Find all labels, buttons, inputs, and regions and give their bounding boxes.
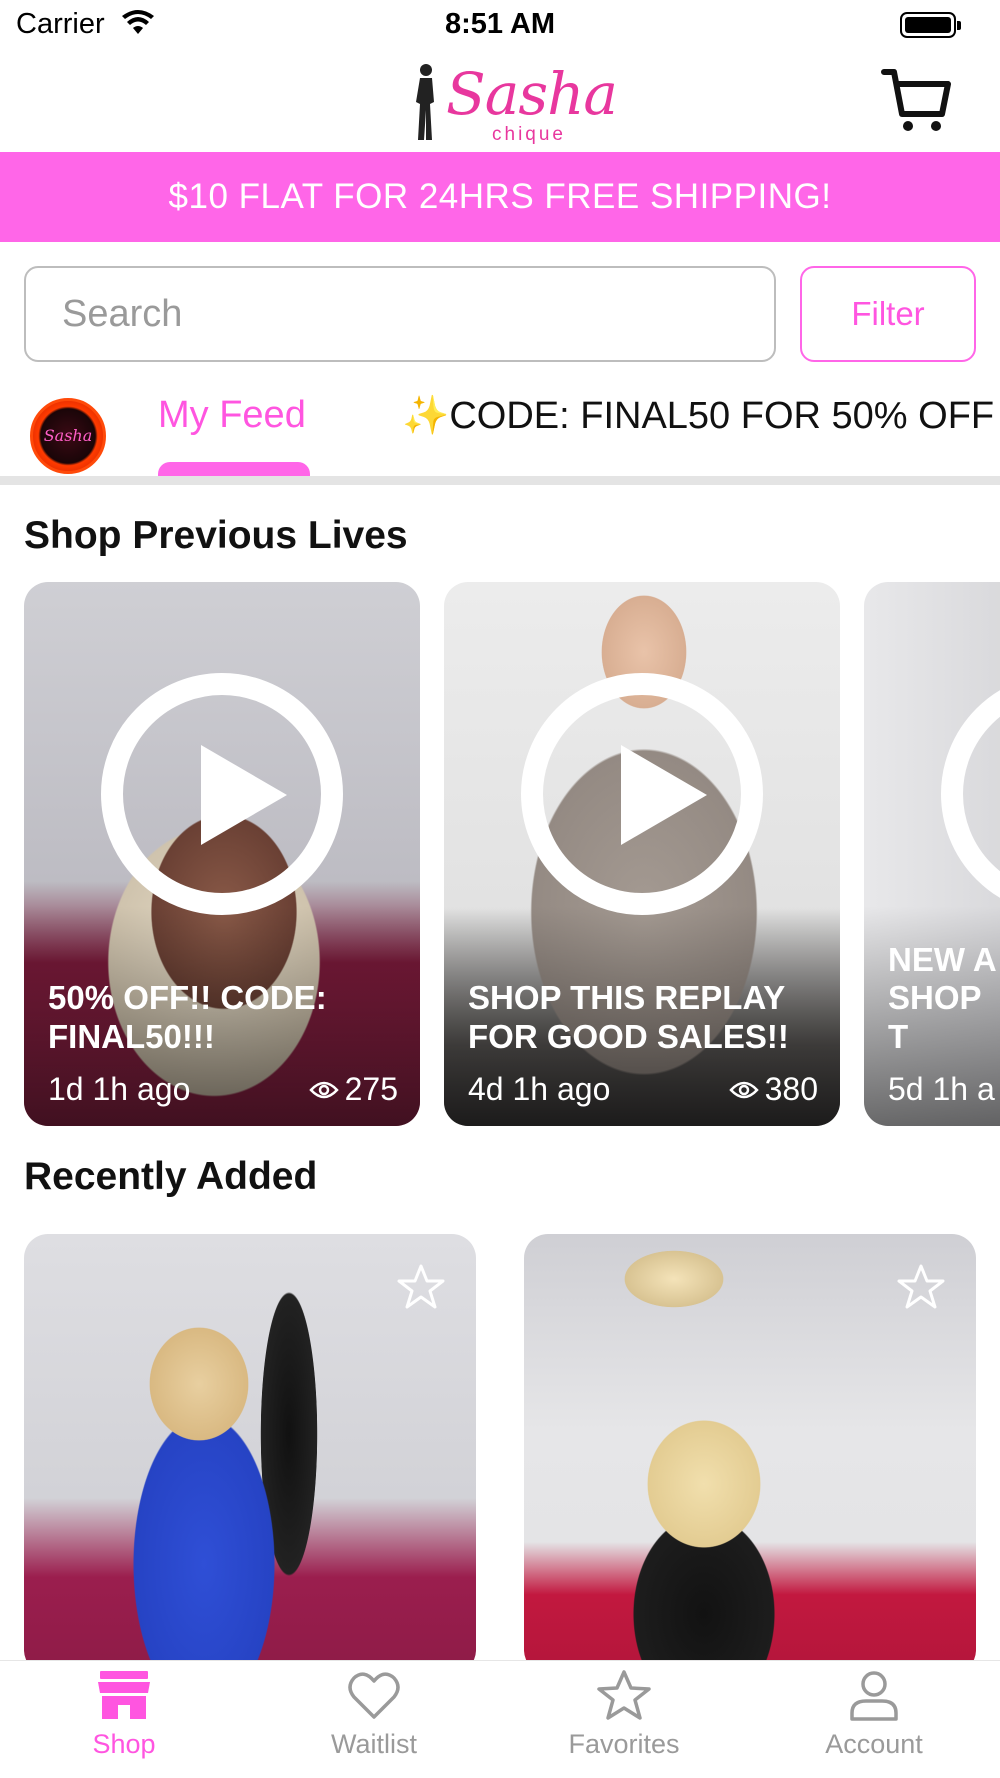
view-count: 380: [764, 1071, 818, 1107]
storefront-icon: [98, 1671, 150, 1719]
app-header: Sasha chique: [0, 50, 1000, 152]
tab-waitlist[interactable]: Waitlist: [274, 1669, 474, 1778]
section-title-previous-lives: Shop Previous Lives: [24, 514, 408, 557]
product-card[interactable]: [24, 1234, 476, 1660]
eye-icon: [308, 1081, 339, 1098]
person-icon: [850, 1671, 898, 1721]
live-views: 275: [308, 1071, 398, 1108]
section-title-recently-added: Recently Added: [24, 1155, 318, 1198]
recently-added-grid: [0, 1234, 1000, 1660]
clock: 8:51 AM: [444, 8, 556, 40]
logo-subtext: chique: [492, 124, 566, 145]
tab-label: Waitlist: [331, 1729, 417, 1759]
play-icon[interactable]: [101, 673, 343, 915]
filter-button[interactable]: Filter: [800, 266, 976, 362]
live-time: 5d 1h a: [888, 1071, 995, 1107]
previous-lives-carousel[interactable]: 50% OFF!! CODE: FINAL50!!! 1d 1h ago 275…: [0, 582, 1000, 1126]
heart-icon: [348, 1672, 400, 1719]
eye-icon: [728, 1081, 759, 1098]
search-input[interactable]: [24, 266, 776, 362]
play-icon[interactable]: [521, 673, 763, 915]
live-views: 380: [728, 1071, 818, 1108]
mannequin-icon: [416, 64, 434, 140]
tab-label: Account: [825, 1729, 923, 1759]
live-time: 1d 1h ago: [48, 1071, 191, 1107]
star-icon: [597, 1670, 651, 1720]
live-replay-card[interactable]: 50% OFF!! CODE: FINAL50!!! 1d 1h ago 275: [24, 582, 420, 1126]
bottom-tab-bar: Shop Waitlist Favorites Account: [0, 1660, 1000, 1778]
battery-icon: [900, 12, 961, 38]
tab-label: Shop: [92, 1729, 156, 1759]
brand-logo[interactable]: Sasha chique: [410, 58, 630, 148]
feed-tabs: Sasha My Feed ✨CODE: FINAL50 FOR 50% OFF: [0, 384, 1000, 484]
divider: [0, 476, 1000, 485]
promo-banner[interactable]: $10 FLAT FOR 24HRS FREE SHIPPING!: [0, 152, 1000, 242]
avatar-text: Sasha: [43, 426, 93, 445]
sparkles-icon: ✨: [402, 395, 450, 437]
status-bar: Carrier 8:51 AM: [0, 0, 1000, 50]
star-icon[interactable]: [896, 1262, 946, 1312]
tab-code-final50[interactable]: ✨CODE: FINAL50 FOR 50% OFF: [402, 394, 994, 438]
live-title: SHOP THIS REPLAY FOR GOOD SALES!!: [468, 979, 789, 1055]
tab-shop[interactable]: Shop: [24, 1669, 224, 1778]
logo-text: Sasha: [446, 60, 618, 128]
live-time: 4d 1h ago: [468, 1071, 611, 1107]
tab-my-feed[interactable]: My Feed: [158, 394, 306, 437]
star-icon[interactable]: [396, 1262, 446, 1312]
store-avatar[interactable]: Sasha: [30, 398, 106, 474]
live-replay-card[interactable]: SHOP THIS REPLAY FOR GOOD SALES!! 4d 1h …: [444, 582, 840, 1126]
tab-code-label: CODE: FINAL50 FOR 50% OFF: [449, 395, 995, 437]
tab-label: Favorites: [568, 1729, 680, 1759]
live-title: NEW A SHOP T: [888, 941, 996, 1055]
tab-account[interactable]: Account: [774, 1669, 974, 1778]
cart-button[interactable]: [880, 64, 952, 136]
product-card[interactable]: [524, 1234, 976, 1660]
cart-icon: [881, 69, 951, 131]
live-replay-card[interactable]: NEW A SHOP T 5d 1h a: [864, 582, 1000, 1126]
live-title: 50% OFF!! CODE: FINAL50!!!: [48, 979, 327, 1055]
tab-favorites[interactable]: Favorites: [524, 1669, 724, 1778]
promo-text: $10 FLAT FOR 24HRS FREE SHIPPING!: [168, 177, 832, 216]
view-count: 275: [344, 1071, 398, 1107]
